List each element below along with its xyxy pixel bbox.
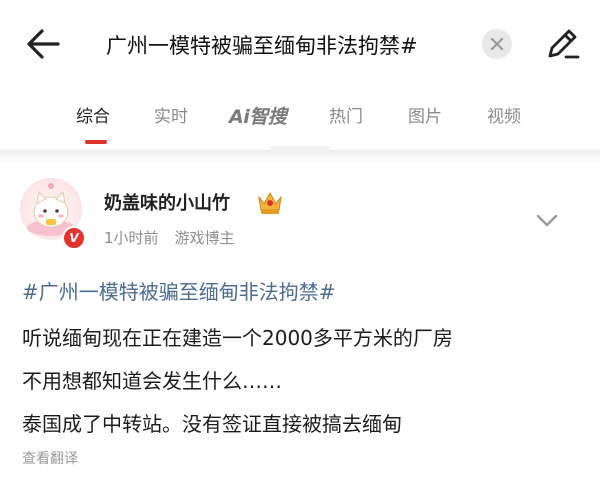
view-translation-link[interactable]: 查看翻译 [22, 448, 78, 470]
search-header: 广州一模特被骗至缅甸非法拘禁# [0, 0, 600, 90]
post-time: 1小时前 [104, 229, 159, 247]
tab-hot[interactable]: 热门 [329, 102, 363, 132]
active-tab-indicator [85, 140, 107, 144]
more-options-button[interactable] [534, 210, 560, 230]
tab-videos[interactable]: 视频 [487, 102, 521, 132]
post-text-line: 听说缅甸现在正在建造一个2000多平方米的厂房 [22, 326, 453, 350]
back-button[interactable] [22, 24, 66, 64]
post-text-line: 不用想都知道会发生什么…… [22, 369, 282, 393]
author-tag: 游戏博主 [174, 229, 235, 247]
crown-badge-icon [255, 188, 285, 216]
chevron-down-icon [536, 214, 558, 227]
tab-comprehensive[interactable]: 综合 [76, 102, 110, 132]
search-query[interactable]: 广州一模特被骗至缅甸非法拘禁# [106, 28, 476, 64]
topic-link[interactable]: #广州一模特被骗至缅甸非法拘禁# [22, 276, 336, 308]
tab-realtime[interactable]: 实时 [154, 102, 188, 132]
clear-button[interactable] [482, 29, 512, 59]
tab-bar-handle [270, 146, 330, 154]
pencil-icon [548, 29, 580, 59]
author-name[interactable]: 奶盖味的小山竹 [104, 190, 230, 218]
tab-ai-search[interactable]: Ai智搜 [229, 102, 287, 132]
tab-images[interactable]: 图片 [408, 102, 442, 132]
post-text-line: 泰国成了中转站。没有签证直接被搞去缅甸 [22, 412, 402, 436]
post-meta: 1小时前 游戏博主 [104, 226, 235, 250]
verified-badge: V [62, 226, 86, 250]
arrow-left-icon [27, 29, 60, 59]
close-icon [490, 37, 504, 51]
edit-button[interactable] [542, 22, 584, 64]
